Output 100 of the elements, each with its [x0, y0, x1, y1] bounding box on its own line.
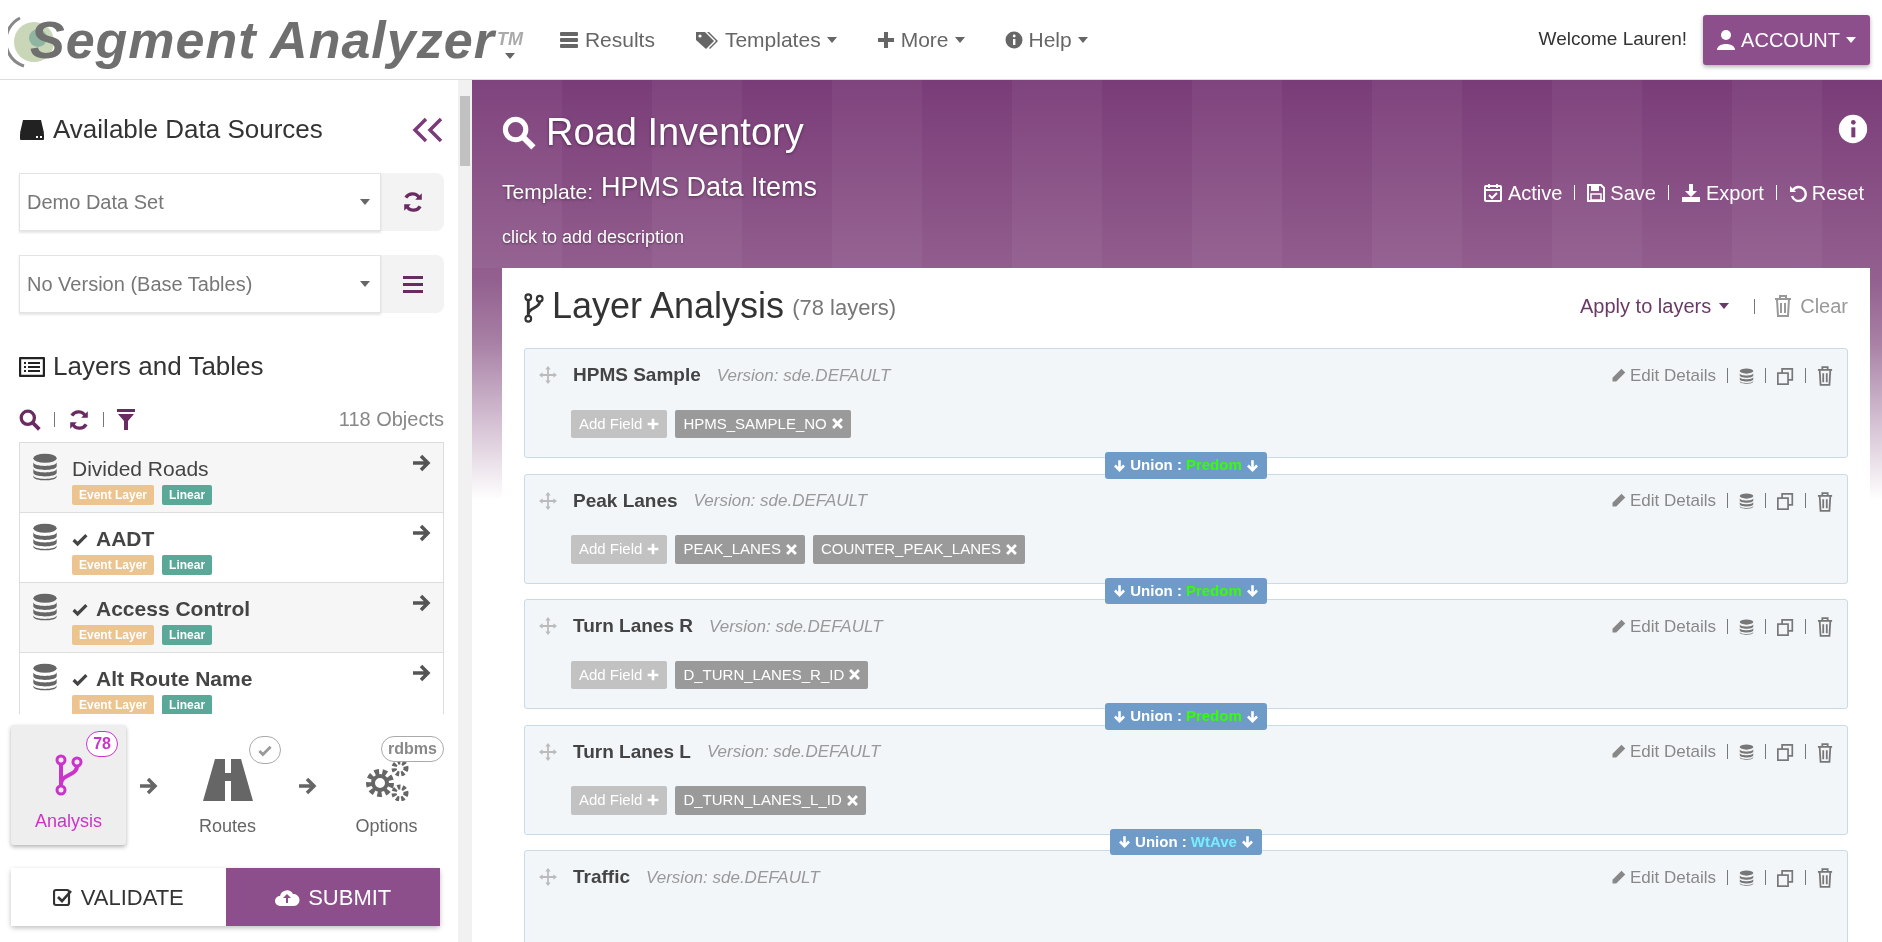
caret-icon	[1846, 36, 1856, 43]
edit-details-button[interactable]: Edit Details	[1611, 362, 1716, 388]
submit-button[interactable]: SUBMIT	[225, 868, 440, 926]
database-icon	[1739, 367, 1754, 385]
scrollbar[interactable]	[458, 80, 472, 942]
layer-list-item[interactable]: Divided Roads Event Layer Linear	[20, 443, 443, 513]
apply-dropdown[interactable]: Apply to layers	[1574, 290, 1736, 322]
layer-tag: Linear	[162, 554, 213, 575]
nav-link[interactable]: More	[856, 23, 985, 56]
caret-icon	[954, 36, 965, 43]
pencil-icon	[1611, 744, 1626, 760]
workflow-step[interactable]: rdbms Options	[329, 730, 444, 850]
layer-version: Version: sde.DEFAULT	[646, 866, 820, 889]
plus-icon	[647, 794, 660, 807]
hard-drive-icon	[19, 118, 45, 141]
layer-tag: Linear	[162, 484, 213, 505]
filter-icon	[117, 408, 135, 431]
download-icon	[1680, 182, 1701, 203]
layer-tag: Linear	[162, 624, 213, 645]
arrow-down-icon	[1245, 458, 1259, 472]
collapse-button[interactable]	[412, 116, 444, 143]
checkbox-icon	[52, 887, 73, 907]
list-icon	[19, 356, 45, 377]
header-action[interactable]: Save	[1583, 177, 1660, 208]
select-field[interactable]: Demo Data Set	[19, 173, 381, 231]
arrow-down-icon	[1113, 709, 1127, 723]
arrow-down-icon	[1118, 835, 1132, 849]
field-chip[interactable]: COUNTER_PEAK_LANES	[812, 535, 1025, 564]
cloud-upload-icon	[274, 887, 301, 907]
nav-link[interactable]: Help	[984, 23, 1108, 56]
undo-icon	[1788, 183, 1807, 202]
nav-link[interactable]: Templates	[674, 23, 857, 56]
search-icon	[502, 115, 536, 150]
section-heading: Available Data Sources	[53, 113, 323, 146]
menu-icon	[402, 275, 423, 293]
pencil-icon	[1611, 869, 1626, 885]
field-chip[interactable]: D_TURN_LANES_R_ID	[675, 660, 869, 689]
welcome-text: Welcome Lauren!	[1538, 27, 1688, 52]
move-icon	[539, 366, 557, 385]
branch-icon	[524, 292, 544, 324]
object-count: 118 Objects	[338, 407, 444, 432]
validate-button[interactable]: VALIDATE	[11, 868, 226, 926]
server-icon	[558, 30, 579, 49]
arrow-right-icon	[411, 663, 431, 683]
template-name[interactable]: HPMS Data Items	[601, 167, 818, 208]
caret-icon	[504, 53, 515, 59]
union-button[interactable]: Union : Predom	[1105, 703, 1267, 730]
nav-link[interactable]: Results	[538, 23, 675, 56]
layer-name: Divided Roads	[72, 456, 209, 482]
workflow-step[interactable]: Routes	[170, 730, 285, 850]
caret-icon	[826, 36, 837, 43]
description-link[interactable]: click to add description	[502, 223, 1868, 251]
select-field[interactable]: No Version (Base Tables)	[19, 255, 381, 313]
move-icon	[539, 617, 557, 636]
edit-details-button[interactable]: Edit Details	[1611, 864, 1716, 890]
edit-details-button[interactable]: Edit Details	[1611, 739, 1716, 765]
union-button[interactable]: Union : WtAve	[1110, 828, 1262, 855]
plus-icon	[876, 30, 895, 49]
account-button[interactable]: ACCOUNT	[1703, 14, 1870, 65]
search-button[interactable]	[19, 407, 41, 431]
save-icon	[1587, 183, 1606, 202]
arrow-down-icon	[1245, 584, 1259, 598]
union-button[interactable]: Union : Predom	[1105, 577, 1267, 604]
section-heading: Layer Analysis	[552, 288, 785, 324]
remove-icon	[849, 669, 861, 681]
clear-button[interactable]: Clear	[1774, 291, 1848, 321]
count-badge: rdbms	[381, 736, 444, 762]
trash-icon	[1817, 742, 1833, 763]
remove-icon	[831, 418, 843, 430]
refresh-button[interactable]	[68, 407, 90, 431]
layer-name: Peak Lanes	[573, 488, 678, 513]
page-title[interactable]: Road Inventory	[546, 104, 804, 161]
database-icon	[1739, 493, 1754, 510]
trash-icon	[1817, 366, 1833, 386]
arrow-down-icon	[1113, 458, 1127, 472]
layer-list-item[interactable]: Access Control Event Layer Linear	[20, 583, 443, 653]
field-chip[interactable]: D_TURN_LANES_L_ID	[675, 786, 866, 815]
filter-button[interactable]	[117, 407, 135, 431]
header-action[interactable]: Active	[1478, 177, 1567, 208]
trash-icon	[1817, 868, 1833, 888]
layer-name: Turn Lanes R	[573, 614, 693, 638]
remove-icon	[785, 543, 797, 555]
header-action[interactable]: Reset	[1784, 177, 1868, 208]
database-icon	[32, 523, 58, 552]
remove-icon	[1006, 543, 1017, 555]
caret-icon	[1077, 36, 1088, 43]
layer-name: HPMS Sample	[573, 363, 701, 387]
pencil-icon	[1611, 367, 1626, 383]
edit-details-button[interactable]: Edit Details	[1611, 488, 1716, 514]
field-chip[interactable]: HPMS_SAMPLE_NO	[675, 409, 851, 438]
layer-tag: Event Layer	[72, 624, 155, 645]
trash-icon	[1817, 491, 1833, 512]
field-chip[interactable]: PEAK_LANES	[675, 535, 805, 564]
workflow-step[interactable]: 78 Analysis	[11, 725, 126, 845]
header-action[interactable]: Export	[1676, 177, 1768, 208]
union-button[interactable]: Union : Predom	[1105, 452, 1267, 479]
layer-version: Version: sde.DEFAULT	[693, 490, 868, 512]
copy-icon	[1777, 744, 1794, 761]
edit-details-button[interactable]: Edit Details	[1611, 613, 1716, 639]
database-icon	[32, 593, 58, 622]
